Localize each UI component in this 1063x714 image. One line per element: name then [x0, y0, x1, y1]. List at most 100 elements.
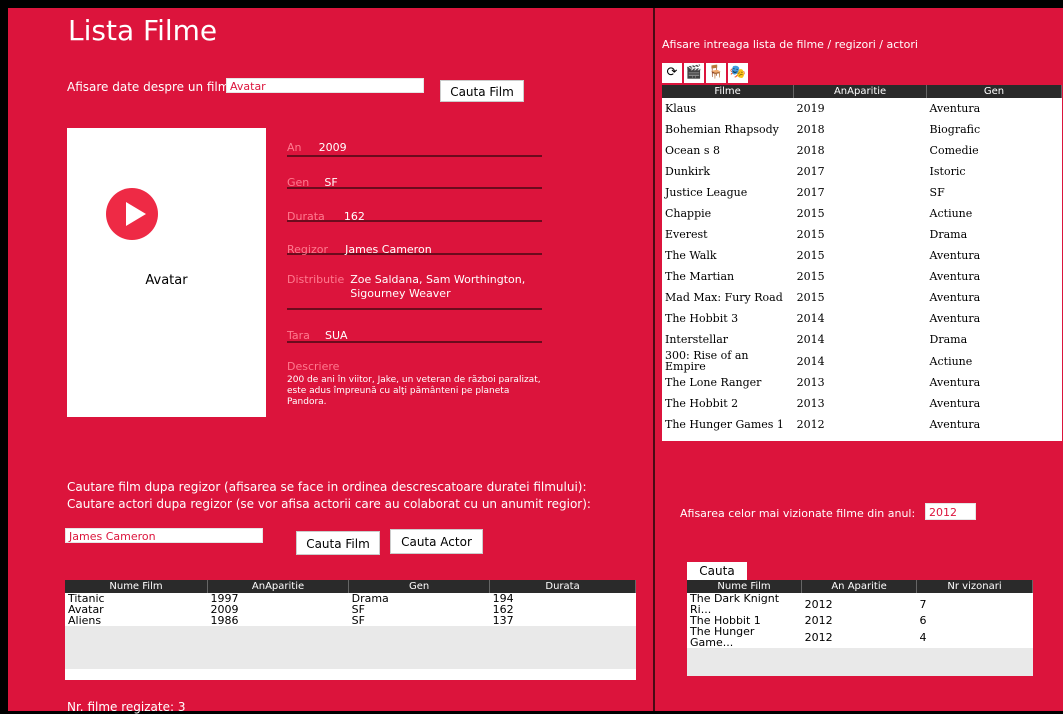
cell: Aventura [929, 376, 981, 389]
page-title: Lista Filme [68, 14, 218, 47]
table-row[interactable]: The Hobbit 3 2014 Aventura [662, 308, 1062, 329]
detail-gen: Gen SF [287, 171, 542, 189]
table-row[interactable]: The Hunger Game... 2012 4 [687, 626, 1033, 648]
table-row[interactable]: 300: Rise of an Empire 2014 Actiune [662, 350, 1062, 372]
cell: Aventura [929, 291, 981, 304]
cell: Justice League [665, 186, 748, 199]
cell: Ocean s 8 [665, 144, 720, 157]
detail-durata: Durata 162 [287, 205, 542, 223]
cell: The Walk [665, 249, 717, 262]
clapperboard-icon[interactable]: 🎬 [684, 63, 704, 83]
director-results-table: Nume Film AnAparitie Gen Durata Titanic … [65, 580, 636, 680]
table-row[interactable]: Chappie 2015 Actiune [662, 203, 1062, 224]
films-count-label: Nr. filme regizate: 3 [67, 700, 186, 714]
cell: Bohemian Rhapsody [665, 123, 779, 136]
masks-icon[interactable]: 🎭 [728, 63, 748, 83]
cell: 2012 [804, 597, 833, 611]
table-row[interactable]: Bohemian Rhapsody 2018 Biografic [662, 119, 1062, 140]
cell: The Hobbit 3 [665, 312, 739, 325]
cell: 4 [919, 630, 927, 644]
col-anaparitie[interactable]: AnAparitie [793, 85, 928, 98]
cell: Actiune [929, 207, 973, 220]
table-row[interactable]: The Martian 2015 Aventura [662, 266, 1062, 287]
director-search-input[interactable]: James Cameron [65, 528, 263, 543]
cell: 137 [492, 614, 514, 627]
cell: Actiune [929, 354, 973, 368]
table-row[interactable]: The Walk 2015 Aventura [662, 245, 1062, 266]
cell: The Hobbit 2 [665, 397, 739, 410]
table-empty-area [65, 626, 636, 669]
detail-distributie: Distributie Zoe Saldana, Sam Worthington… [287, 273, 542, 310]
poster-title: Avatar [145, 273, 188, 288]
detail-distributie-key: Distributie [287, 273, 345, 286]
cell: The Hunger Games 1 [665, 418, 784, 431]
search-film-button[interactable]: Cauta Film [440, 80, 524, 102]
detail-descriere-key: Descriere [287, 360, 340, 373]
table-row[interactable]: Aliens 1986 SF 137 [65, 615, 636, 626]
cell: 2014 [796, 312, 825, 325]
table-row[interactable]: Interstellar 2014 Drama [662, 329, 1062, 350]
col-gen[interactable]: Gen [926, 85, 1062, 98]
director-search-film-button[interactable]: Cauta Film [296, 531, 380, 555]
search-film-input[interactable]: Avatar [226, 78, 424, 93]
table-row[interactable]: Avatar 2009 SF 162 [65, 604, 636, 615]
table-row[interactable]: The Hunger Games 1 2012 Aventura [662, 414, 1062, 435]
list-toolbar: ⟳ 🎬 🪑 🎭 [662, 63, 748, 83]
table-row[interactable]: Klaus 2019 Aventura [662, 98, 1062, 119]
col-an-aparitie[interactable]: An Aparitie [801, 580, 918, 593]
cell: The Dark Knignt Ri... [690, 592, 780, 616]
detail-durata-key: Durata [287, 210, 325, 223]
detail-gen-value: SF [324, 176, 338, 189]
detail-tara-key: Tara [287, 329, 310, 342]
cell: Istoric [929, 165, 966, 178]
year-input[interactable]: 2012 [925, 503, 976, 520]
cell: Everest [665, 228, 708, 241]
refresh-icon[interactable]: ⟳ [662, 63, 682, 83]
cell: Mad Max: Fury Road [665, 291, 783, 304]
cell: 6 [919, 614, 927, 627]
table-row[interactable]: Titanic 1997 Drama 194 [65, 593, 636, 604]
cell: 2018 [796, 123, 825, 136]
full-list-label: Afisare intreaga lista de filme / regizo… [662, 38, 918, 51]
cell: The Martian [665, 270, 735, 283]
detail-distributie-value: Zoe Saldana, Sam Worthington, Sigourney … [350, 273, 526, 300]
table-row[interactable]: The Lone Ranger 2013 Aventura [662, 372, 1062, 393]
popular-films-label: Afisarea celor mai vizionate filme din a… [680, 507, 916, 520]
table-row[interactable]: Justice League 2017 SF [662, 182, 1062, 203]
detail-gen-key: Gen [287, 176, 310, 189]
cell: 2017 [796, 165, 825, 178]
table-row[interactable]: Mad Max: Fury Road 2015 Aventura [662, 287, 1062, 308]
popular-films-table: Nume Film An Aparitie Nr vizonari The Da… [687, 580, 1033, 676]
table-row[interactable]: Ocean s 8 2018 Comedie [662, 140, 1062, 161]
cell: Chappie [665, 207, 712, 220]
cell: Aventura [929, 102, 981, 115]
table-row[interactable]: The Hobbit 2 2013 Aventura [662, 393, 1062, 414]
cell: Biografic [929, 123, 981, 136]
cell: Comedie [929, 144, 979, 157]
cell: 7 [919, 597, 927, 611]
table-row[interactable]: Dunkirk 2017 Istoric [662, 161, 1062, 182]
cell: Drama [929, 228, 968, 241]
cell: Aliens [68, 614, 102, 627]
table-row[interactable]: Everest 2015 Drama [662, 224, 1062, 245]
col-nr-vizonari[interactable]: Nr vizonari [916, 580, 1033, 593]
detail-an-value: 2009 [318, 141, 347, 154]
cell: The Lone Ranger [665, 376, 762, 389]
cell: 2012 [804, 614, 833, 627]
director-chair-icon[interactable]: 🪑 [706, 63, 726, 83]
director-search-actor-button[interactable]: Cauta Actor [390, 529, 483, 554]
col-filme[interactable]: Filme [662, 85, 795, 98]
detail-durata-value: 162 [343, 210, 365, 223]
cell: Aventura [929, 270, 981, 283]
table-empty-area [687, 648, 1033, 676]
cell: 2014 [796, 333, 825, 346]
panel-divider [653, 8, 655, 711]
play-icon[interactable] [106, 188, 158, 240]
popular-search-button[interactable]: Cauta [687, 562, 747, 580]
table-row[interactable]: The Dark Knignt Ri... 2012 7 [687, 593, 1033, 615]
cell: SF [929, 186, 945, 199]
detail-an: An 2009 [287, 136, 542, 157]
cell: Drama [351, 592, 389, 605]
cell: 300: Rise of an Empire [665, 349, 749, 373]
cell: 2015 [796, 207, 825, 220]
